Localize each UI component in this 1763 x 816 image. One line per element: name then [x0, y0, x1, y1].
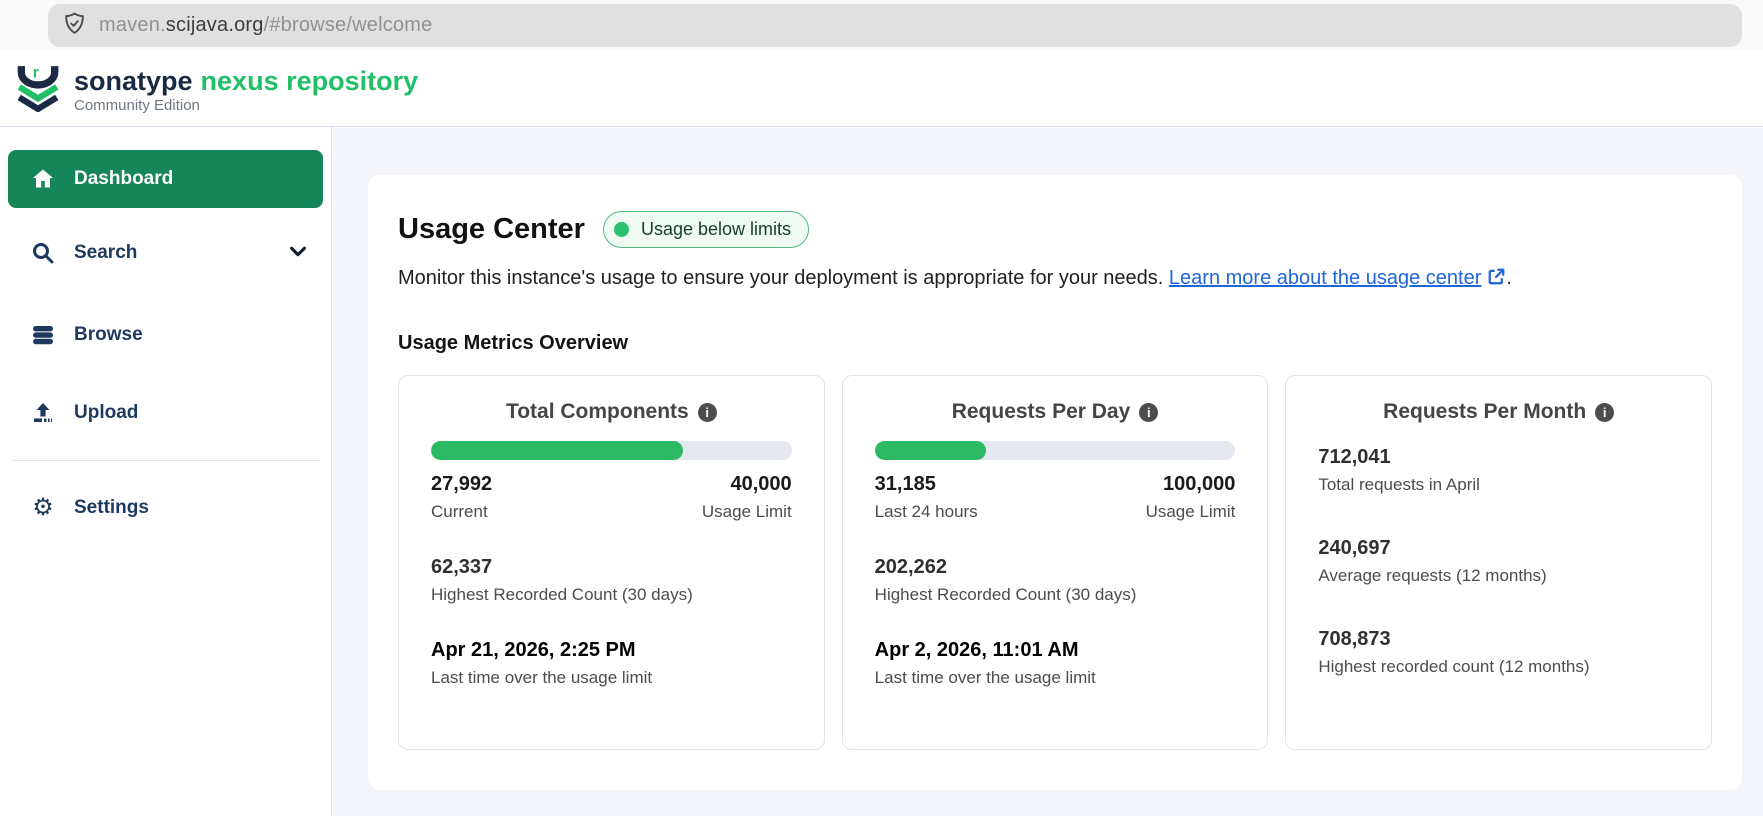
limit-metric: 100,000 Usage Limit — [1146, 473, 1236, 522]
progress-fill — [875, 441, 987, 460]
search-icon — [30, 240, 56, 266]
status-badge-label: Usage below limits — [641, 219, 791, 240]
metric-label: Last time over the usage limit — [431, 668, 792, 688]
highest-count-stat: 202,262 Highest Recorded Count (30 days) — [875, 556, 1236, 605]
sidebar-divider — [12, 460, 319, 461]
metric-label: Highest Recorded Count (30 days) — [431, 585, 792, 605]
info-icon[interactable]: i — [1595, 403, 1614, 422]
spacer — [0, 282, 331, 306]
metric-value: Apr 2, 2026, 11:01 AM — [875, 639, 1236, 662]
metric-label: Highest recorded count (12 months) — [1318, 657, 1679, 677]
card-requests-per-month: Requests Per Month i 712,041 Total reque… — [1285, 375, 1712, 750]
main-content-area: Usage Center Usage below limits Monitor … — [333, 128, 1763, 816]
usage-metric-cards: Total Components i 27,992 Current 40,000… — [398, 375, 1712, 750]
sonatype-logo-mark-icon: r — [14, 62, 62, 117]
status-dot-icon — [614, 222, 629, 237]
database-icon — [30, 322, 56, 348]
home-icon — [30, 166, 56, 192]
sidebar-item-upload[interactable]: Upload — [8, 384, 323, 442]
chevron-down-icon — [287, 240, 309, 267]
usage-center-panel: Usage Center Usage below limits Monitor … — [368, 175, 1742, 790]
metric-label: Total requests in April — [1318, 475, 1679, 495]
app-header: r sonatypenexus repository Community Edi… — [0, 50, 1763, 127]
info-icon[interactable]: i — [1139, 403, 1158, 422]
last-over-limit-stat: Apr 2, 2026, 11:01 AM Last time over the… — [875, 639, 1236, 688]
learn-more-link[interactable]: Learn more about the usage center — [1169, 267, 1481, 289]
metric-value: 31,185 — [875, 473, 978, 496]
metric-value: 712,041 — [1318, 446, 1679, 469]
site-security-shield-icon[interactable] — [62, 11, 87, 41]
browser-toolbar: maven.scijava.org/#browse/welcome — [0, 0, 1763, 50]
metric-value: 100,000 — [1146, 473, 1236, 496]
metric-value: Apr 21, 2026, 2:25 PM — [431, 639, 792, 662]
metric-label: Average requests (12 months) — [1318, 566, 1679, 586]
info-icon[interactable]: i — [698, 403, 717, 422]
current-metric: 27,992 Current — [431, 473, 492, 522]
highest-count-stat: 62,337 Highest Recorded Count (30 days) — [431, 556, 792, 605]
progress-bar — [431, 441, 792, 460]
sidebar-item-label: Search — [74, 242, 287, 264]
metric-value: 202,262 — [875, 556, 1236, 579]
sidebar: Dashboard Search Browse — [0, 127, 332, 816]
card-requests-per-day: Requests Per Day i 31,185 Last 24 hours … — [842, 375, 1269, 750]
metric-label: Usage Limit — [1146, 502, 1236, 522]
metric-value: 40,000 — [702, 473, 792, 496]
limit-metric: 40,000 Usage Limit — [702, 473, 792, 522]
usage-description: Monitor this instance's usage to ensure … — [398, 264, 1712, 294]
upload-icon — [30, 400, 56, 426]
spacer — [0, 364, 331, 384]
current-metric: 31,185 Last 24 hours — [875, 473, 978, 522]
sidebar-item-label: Upload — [74, 402, 309, 424]
sentence-period: . — [1506, 267, 1512, 289]
total-requests-stat: 712,041 Total requests in April — [1318, 446, 1679, 495]
card-total-components: Total Components i 27,992 Current 40,000… — [398, 375, 825, 750]
metric-value: 708,873 — [1318, 628, 1679, 651]
section-title: Usage Metrics Overview — [398, 332, 1712, 355]
progress-bar — [875, 441, 1236, 460]
sidebar-item-label: Dashboard — [74, 168, 309, 190]
card-title: Requests Per Day — [952, 400, 1131, 424]
metric-value: 62,337 — [431, 556, 792, 579]
external-link-icon — [1487, 266, 1506, 294]
card-title: Total Components — [506, 400, 689, 424]
progress-fill — [431, 441, 683, 460]
metric-label: Last 24 hours — [875, 502, 978, 522]
metric-value: 27,992 — [431, 473, 492, 496]
url-text: maven.scijava.org/#browse/welcome — [99, 14, 432, 37]
sidebar-item-settings[interactable]: ⚙ Settings — [8, 479, 323, 537]
metric-label: Highest Recorded Count (30 days) — [875, 585, 1236, 605]
edition-label: Community Edition — [74, 97, 418, 114]
metric-label: Usage Limit — [702, 502, 792, 522]
average-requests-stat: 240,697 Average requests (12 months) — [1318, 537, 1679, 586]
metric-label: Current — [431, 502, 492, 522]
url-bar[interactable]: maven.scijava.org/#browse/welcome — [48, 4, 1742, 47]
brand-title: sonatypenexus repository — [74, 66, 418, 96]
highest-count-stat: 708,873 Highest recorded count (12 month… — [1318, 628, 1679, 677]
card-title: Requests Per Month — [1383, 400, 1586, 424]
sidebar-item-label: Browse — [74, 324, 309, 346]
description-text: Monitor this instance's usage to ensure … — [398, 267, 1163, 289]
sidebar-item-label: Settings — [74, 497, 309, 519]
metric-label: Last time over the usage limit — [875, 668, 1236, 688]
spacer — [0, 208, 331, 224]
metric-value: 240,697 — [1318, 537, 1679, 560]
page-title: Usage Center — [398, 213, 585, 246]
last-over-limit-stat: Apr 21, 2026, 2:25 PM Last time over the… — [431, 639, 792, 688]
sidebar-item-browse[interactable]: Browse — [8, 306, 323, 364]
sonatype-logo[interactable]: r sonatypenexus repository Community Edi… — [14, 62, 418, 117]
sidebar-item-search[interactable]: Search — [8, 224, 323, 282]
svg-text:r: r — [33, 65, 39, 82]
sidebar-item-dashboard[interactable]: Dashboard — [8, 150, 323, 208]
gear-icon: ⚙ — [30, 495, 56, 521]
status-badge: Usage below limits — [603, 211, 809, 248]
